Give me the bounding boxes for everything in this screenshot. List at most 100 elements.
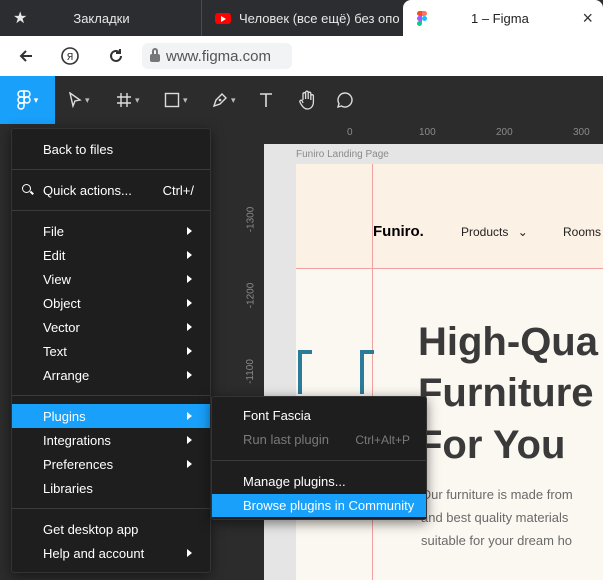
menu-item-object[interactable]: Object (12, 291, 210, 315)
plugins-submenu: Font Fascia Run last plugin Ctrl+Alt+P M… (211, 396, 427, 520)
comment-icon (336, 92, 353, 109)
submenu-item-font-fascia[interactable]: Font Fascia (212, 404, 426, 427)
chevron-right-icon (187, 412, 192, 420)
ruler-label: -1100 (244, 359, 256, 384)
menu-item-libraries[interactable]: Libraries (12, 476, 210, 500)
hero-headline-line: For You (418, 423, 566, 467)
pointer-icon (69, 92, 82, 108)
chevron-right-icon (187, 227, 192, 235)
submenu-item-run-last-plugin: Run last plugin Ctrl+Alt+P (212, 428, 426, 451)
menu-item-arrange[interactable]: Arrange (12, 363, 210, 387)
chevron-right-icon (187, 275, 192, 283)
layout-guide (296, 268, 603, 269)
tab-title: Человек (все ещё) без опо (239, 10, 400, 26)
figma-icon (417, 10, 427, 26)
text-tool[interactable] (258, 88, 274, 112)
chevron-right-icon (187, 299, 192, 307)
menu-item-view[interactable]: View (12, 267, 210, 291)
menu-item-label: Plugins (43, 408, 86, 424)
ruler-label: 300 (573, 127, 590, 138)
submenu-item-browse-plugins[interactable]: Browse plugins in Community (212, 494, 426, 517)
pen-tool[interactable]: ▾ (212, 88, 236, 112)
menu-divider (12, 395, 210, 396)
back-arrow-icon[interactable] (14, 44, 38, 68)
ruler-label: -1300 (245, 206, 257, 233)
url-text: www.figma.com (166, 47, 272, 65)
menu-item-quick-actions[interactable]: Quick actions... Ctrl+/ (12, 178, 210, 202)
address-bar: Я www.figma.com (0, 36, 603, 76)
chevron-right-icon (187, 549, 192, 557)
tab-youtube[interactable]: Человек (все ещё) без опо (201, 0, 402, 36)
frame-label[interactable]: Funiro Landing Page (296, 149, 389, 160)
menu-divider (212, 460, 426, 461)
youtube-icon (215, 12, 231, 24)
tab-figma-active[interactable]: 1 – Figma × (403, 0, 603, 36)
menu-item-label: Quick actions... (43, 182, 132, 198)
chevron-down-icon: ▾ (85, 94, 90, 105)
menu-item-label: Run last plugin (243, 432, 329, 447)
hero-body-line: Our furniture is made from (421, 487, 573, 502)
menu-item-help-and-account[interactable]: Help and account (12, 541, 210, 565)
menu-item-text[interactable]: Text (12, 339, 210, 363)
brand-logo: Funiro. (373, 223, 424, 240)
menu-divider (12, 210, 210, 211)
menu-item-label: Font Fascia (243, 408, 311, 423)
chevron-right-icon (187, 436, 192, 444)
nav-products: Products ⌄ (461, 225, 528, 239)
hero-headline-line: Furniture (418, 371, 594, 415)
menu-item-label: Browse plugins in Community (243, 498, 415, 513)
chevron-down-icon: ▾ (183, 94, 188, 105)
submenu-item-manage-plugins[interactable]: Manage plugins... (212, 470, 426, 493)
ruler-label: -1200 (245, 282, 257, 309)
comment-tool[interactable] (336, 88, 354, 112)
menu-item-label: Arrange (43, 367, 90, 383)
menu-item-edit[interactable]: Edit (12, 243, 210, 267)
hero-headline-line: High-Qua (418, 320, 598, 364)
chevron-right-icon (187, 323, 192, 331)
chevron-right-icon (187, 371, 192, 379)
menu-item-label: Back to files (43, 141, 114, 157)
ruler-label: 200 (496, 127, 513, 138)
close-icon[interactable]: × (582, 8, 593, 29)
menu-item-integrations[interactable]: Integrations (12, 428, 210, 452)
main-menu-button[interactable]: ▾ (0, 76, 55, 124)
menu-divider (12, 508, 210, 509)
hero-body-line: suitable for your dream ho (421, 533, 573, 548)
menu-item-label: View (43, 271, 71, 287)
hero-body-line: and best quality materials (421, 510, 569, 525)
menu-divider (12, 169, 210, 170)
menu-item-back-to-files[interactable]: Back to files (12, 137, 210, 161)
star-icon: ★ (13, 10, 28, 27)
url-field[interactable]: www.figma.com (142, 43, 292, 69)
hand-tool[interactable] (298, 88, 316, 112)
search-icon (22, 184, 31, 193)
menu-item-label: Vector (43, 319, 80, 335)
tab-bookmarks[interactable]: ★ Закладки (0, 0, 200, 36)
menu-item-plugins[interactable]: Plugins (12, 404, 210, 428)
menu-item-label: Edit (43, 247, 66, 263)
menu-shortcut: Ctrl+/ (162, 182, 194, 198)
menu-item-get-desktop-app[interactable]: Get desktop app (12, 517, 210, 541)
lock-icon (150, 48, 160, 62)
menu-item-label: Manage plugins... (243, 474, 346, 489)
menu-item-vector[interactable]: Vector (12, 315, 210, 339)
chevron-down-icon: ▾ (33, 94, 39, 105)
chevron-down-icon: ▾ (231, 94, 236, 105)
move-tool[interactable]: ▾ (68, 88, 90, 112)
ruler-label: 100 (419, 127, 436, 138)
tab-title: Закладки (73, 10, 130, 26)
rectangle-icon (164, 92, 180, 108)
shape-tool[interactable]: ▾ (164, 88, 188, 112)
ruler-horizontal: 0 100 200 300 (244, 124, 603, 145)
menu-item-file[interactable]: File (12, 219, 210, 243)
reload-icon[interactable] (104, 44, 128, 68)
menu-item-label: File (43, 223, 64, 239)
chevron-right-icon (187, 347, 192, 355)
menu-item-preferences[interactable]: Preferences (12, 452, 210, 476)
frame-tool[interactable]: ▾ (116, 88, 140, 112)
menu-item-label: Libraries (43, 480, 93, 496)
menu-item-label: Get desktop app (43, 521, 139, 537)
yandex-icon[interactable]: Я (58, 44, 82, 68)
hand-icon (299, 90, 315, 110)
figma-toolbar: ▾ ▾ ▾ ▾ ▾ (0, 76, 603, 124)
